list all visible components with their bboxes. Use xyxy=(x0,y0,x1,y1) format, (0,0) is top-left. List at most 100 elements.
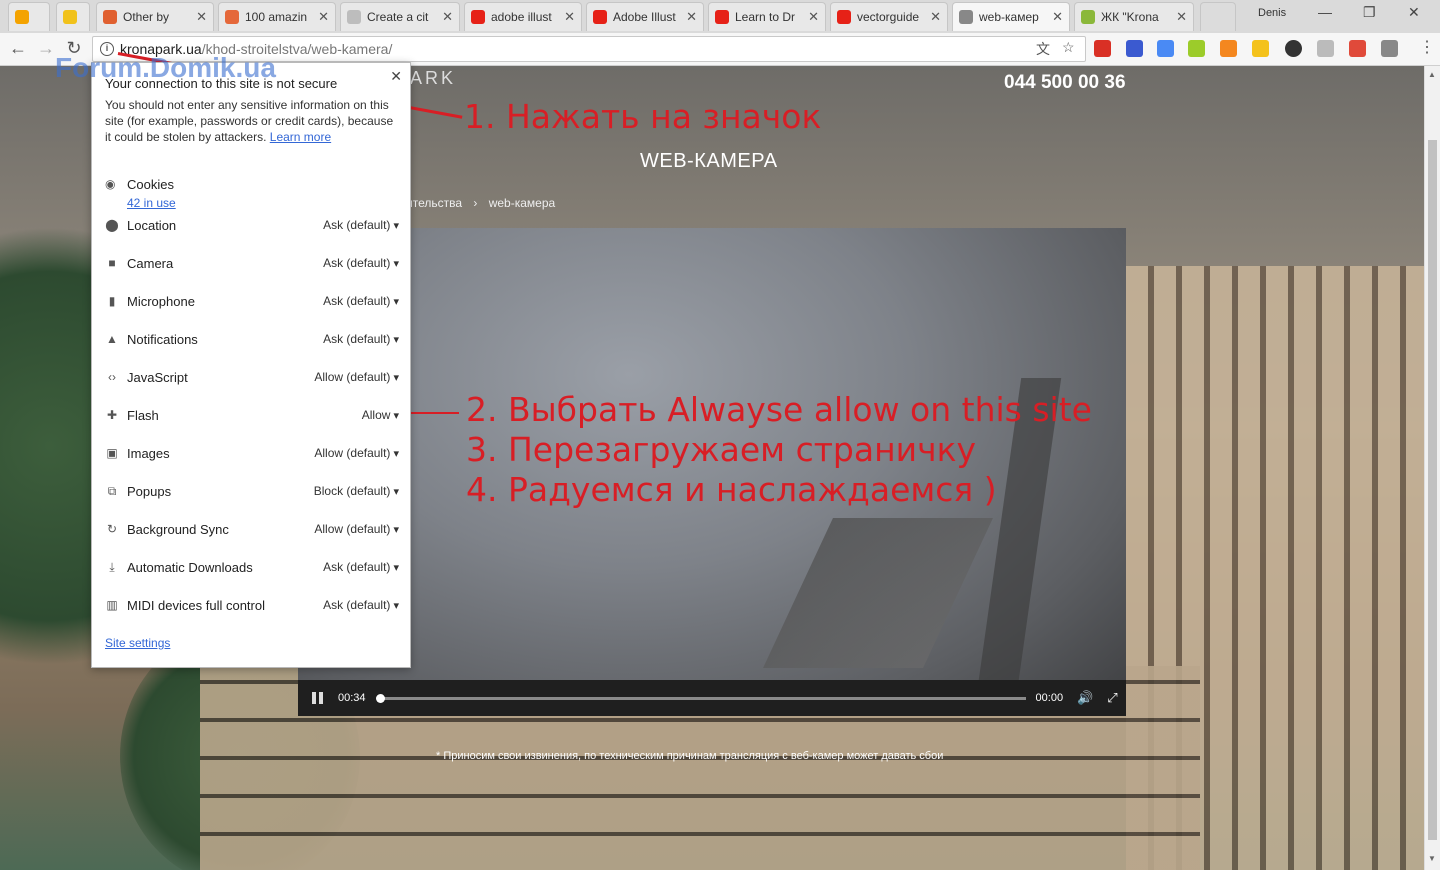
back-button[interactable]: ← xyxy=(6,38,30,59)
extension-icon[interactable] xyxy=(1285,40,1302,57)
bookmark-star-icon[interactable]: ☆ xyxy=(1062,39,1075,56)
tab-title: 100 amazin xyxy=(245,10,308,24)
browser-tab[interactable]: Create a cit ✕ xyxy=(340,2,460,31)
camera-extension-icon[interactable] xyxy=(1317,40,1334,57)
microphone-icon: ▮ xyxy=(108,294,116,308)
browser-tab[interactable]: Learn to Dr ✕ xyxy=(708,2,826,31)
scroll-down-icon[interactable]: ▼ xyxy=(1428,854,1436,863)
permission-select[interactable]: Ask (default) xyxy=(323,598,399,612)
permission-select[interactable]: Ask (default) xyxy=(323,332,399,346)
browser-tab[interactable]: ЖК "Krona ✕ xyxy=(1074,2,1194,31)
page-title: WEB-КАМЕРА xyxy=(640,150,778,172)
breadcrumb-item[interactable]: ительства xyxy=(406,196,462,210)
video-controls: 00:34 00:00 🔊 ⤢ xyxy=(298,680,1126,716)
permission-select[interactable]: Allow (default) xyxy=(314,522,399,536)
page-scrollbar[interactable]: ▲ ▼ xyxy=(1424,66,1440,870)
browser-tab[interactable]: 100 amazin ✕ xyxy=(218,2,336,31)
extension-icon[interactable] xyxy=(1188,40,1205,57)
fullscreen-icon[interactable]: ⤢ xyxy=(1107,690,1117,706)
extension-icon[interactable] xyxy=(1252,40,1269,57)
browser-tab[interactable]: Adobe Illust ✕ xyxy=(586,2,704,31)
cookies-label: Cookies xyxy=(127,177,174,192)
profile-name[interactable]: Denis xyxy=(1258,7,1286,19)
tab-title: Adobe Illust xyxy=(613,10,676,24)
logo[interactable]: ARK xyxy=(410,68,456,89)
browser-tab[interactable]: Other by ✕ xyxy=(96,2,214,31)
tab-favicon-icon xyxy=(593,10,607,24)
seek-bar[interactable] xyxy=(375,693,1026,703)
site-settings-link[interactable]: Site settings xyxy=(105,636,170,650)
translate-extension-icon[interactable] xyxy=(1157,40,1174,57)
browser-tab[interactable] xyxy=(8,2,50,31)
tab-favicon-icon xyxy=(15,10,29,24)
extension-icon[interactable] xyxy=(1220,40,1237,57)
tab-close-icon[interactable]: ✕ xyxy=(930,9,941,25)
camera-icon: ■ xyxy=(108,256,116,270)
learn-more-link[interactable]: Learn more xyxy=(270,130,331,144)
watermark: Forum.Domik.ua xyxy=(55,52,276,83)
minimize-icon[interactable]: — xyxy=(1318,4,1332,20)
gmail-extension-icon[interactable] xyxy=(1094,40,1111,57)
permission-row-camera: ■ Camera Ask (default) xyxy=(105,253,399,273)
browser-tab[interactable]: adobe illust ✕ xyxy=(464,2,582,31)
permission-select[interactable]: Ask (default) xyxy=(323,294,399,308)
translate-icon[interactable]: 文 xyxy=(1036,39,1050,59)
annotation-step3: 3. Перезагружаем страничку xyxy=(466,430,977,469)
browser-tab[interactable]: vectorguide ✕ xyxy=(830,2,948,31)
permission-select[interactable]: Ask (default) xyxy=(323,256,399,270)
disclaimer-text: * Приносим свои извинения, по технически… xyxy=(436,750,944,762)
permission-select[interactable]: Allow (default) xyxy=(314,370,399,384)
tab-close-icon[interactable]: ✕ xyxy=(686,9,697,25)
tab-close-icon[interactable]: ✕ xyxy=(318,9,329,25)
tab-favicon-icon xyxy=(347,10,361,24)
close-icon[interactable]: ✕ xyxy=(390,68,402,85)
breadcrumb: ительства › web-камера xyxy=(406,196,563,210)
permission-row-javascript: ‹› JavaScript Allow (default) xyxy=(105,367,399,387)
permission-row-popups: ⧉ Popups Block (default) xyxy=(105,481,399,501)
menu-icon[interactable]: ⋮ xyxy=(1419,37,1435,57)
tab-strip: Other by ✕ 100 amazin ✕ Create a cit ✕ adobe i… xyxy=(0,0,1440,33)
permission-select[interactable]: Ask (default) xyxy=(323,560,399,574)
permission-label: Automatic Downloads xyxy=(127,559,253,575)
permission-select[interactable]: Allow xyxy=(362,408,399,422)
tab-close-icon[interactable]: ✕ xyxy=(196,9,207,25)
tab-close-icon[interactable]: ✕ xyxy=(442,9,453,25)
tab-favicon-icon xyxy=(103,10,117,24)
tab-close-icon[interactable]: ✕ xyxy=(564,9,575,25)
scrollbar-thumb[interactable] xyxy=(1428,140,1437,840)
permission-row-images: ▣ Images Allow (default) xyxy=(105,443,399,463)
restore-icon[interactable]: ❐ xyxy=(1363,4,1376,21)
browser-tab[interactable] xyxy=(56,2,90,31)
tab-favicon-icon xyxy=(959,10,973,24)
duration: 00:00 xyxy=(1035,692,1064,704)
tab-close-icon[interactable]: ✕ xyxy=(1052,9,1063,25)
tab-close-icon[interactable]: ✕ xyxy=(1176,9,1187,25)
tab-title: web-камер xyxy=(979,10,1039,24)
permission-select[interactable]: Ask (default) xyxy=(323,218,399,232)
permission-select[interactable]: Allow (default) xyxy=(314,446,399,460)
permission-row-microphone: ▮ Microphone Ask (default) xyxy=(105,291,399,311)
permission-label: Camera xyxy=(127,255,174,271)
tab-title: Learn to Dr xyxy=(735,10,796,24)
permission-label: Location xyxy=(127,217,177,233)
annotation-steps: 2. Выбрать Alwayse allow on this site 3.… xyxy=(466,390,1092,510)
cookie-icon: ◉ xyxy=(105,177,116,191)
phone-number[interactable]: 044 500 00 36 xyxy=(1004,72,1126,94)
new-tab-button[interactable] xyxy=(1200,2,1236,31)
seek-knob[interactable] xyxy=(375,693,385,703)
permission-select[interactable]: Block (default) xyxy=(314,484,399,498)
volume-icon[interactable]: 🔊 xyxy=(1077,690,1093,706)
image-icon: ▣ xyxy=(106,446,118,460)
extension-icon[interactable] xyxy=(1126,40,1143,57)
scroll-up-icon[interactable]: ▲ xyxy=(1428,70,1436,79)
permission-row-midi-devices-full-control: ▥ MIDI devices full control Ask (default) xyxy=(105,595,399,615)
pause-icon[interactable] xyxy=(312,692,326,704)
extension-icon[interactable] xyxy=(1381,40,1398,57)
permission-row-automatic-downloads: ⤓ Automatic Downloads Ask (default) xyxy=(105,557,399,577)
midi-icon: ▥ xyxy=(106,598,118,612)
tab-close-icon[interactable]: ✕ xyxy=(808,9,819,25)
close-window-icon[interactable]: ✕ xyxy=(1408,4,1420,21)
shield-extension-icon[interactable] xyxy=(1349,40,1366,57)
browser-tab[interactable]: web-камер ✕ xyxy=(952,2,1070,31)
cookies-in-use-link[interactable]: 42 in use xyxy=(127,196,176,210)
